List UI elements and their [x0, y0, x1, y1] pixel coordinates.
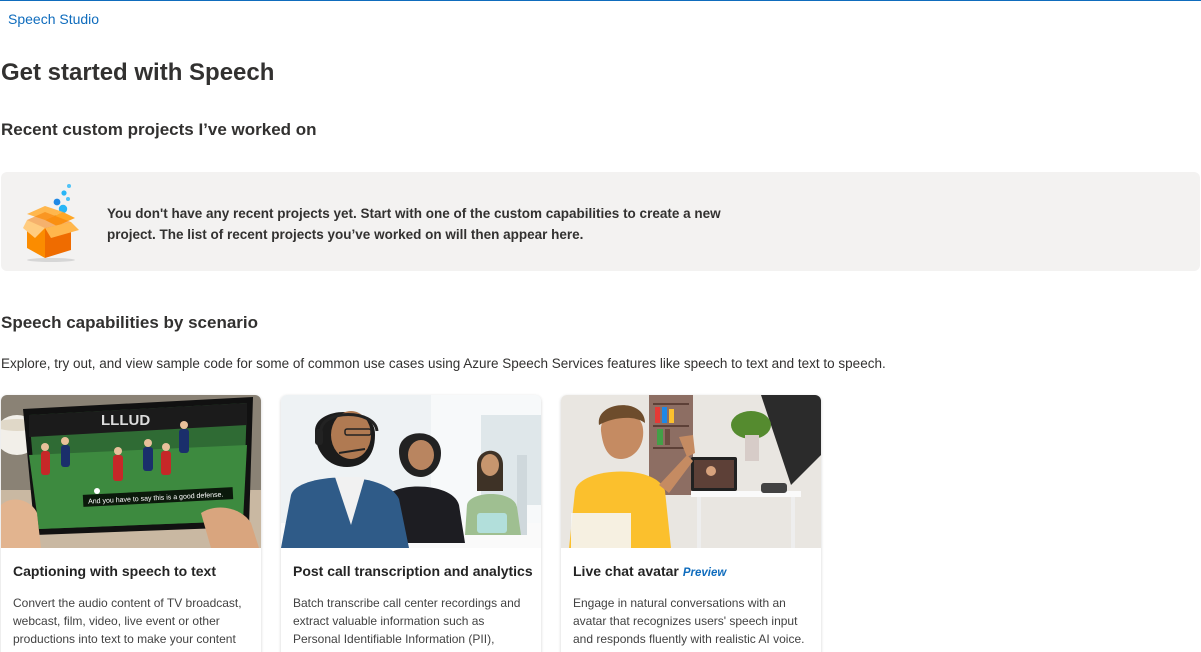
card-description: Convert the audio content of TV broadcas… [13, 596, 242, 646]
avatar-card-image [561, 395, 821, 548]
top-accent-line [0, 0, 1201, 1]
card-description: Engage in natural conversations with an … [573, 596, 805, 646]
card-title: Post call transcription and analytics [293, 563, 533, 579]
recent-projects-heading: Recent custom projects I’ve worked on [1, 120, 317, 139]
scoreboard-text: LLLUD [101, 412, 150, 429]
breadcrumb-speech-studio[interactable]: Speech Studio [8, 11, 99, 27]
card-description: Batch transcribe call center recordings … [293, 596, 521, 646]
card-captioning[interactable]: LLLUD And you have to say this is a good… [1, 395, 261, 652]
preview-badge: Preview [682, 567, 727, 579]
scenario-intro-text: Explore, try out, and view sample code f… [1, 356, 886, 371]
open-box-icon [23, 184, 79, 262]
card-title-text: Live chat avatar [573, 563, 679, 579]
card-title: Live chat avatar Preview [573, 563, 726, 579]
card-title-text: Captioning with speech to text [13, 563, 217, 579]
scenario-heading: Speech capabilities by scenario [1, 313, 259, 332]
card-title: Captioning with speech to text [13, 563, 216, 579]
empty-state-message: You don't have any recent projects yet. … [107, 206, 721, 242]
card-post-call-transcription[interactable]: Post call transcription and analytics Ba… [281, 395, 541, 652]
page-title: Get started with Speech [1, 59, 275, 86]
card-live-chat-avatar[interactable]: Live chat avatar Preview Engage in natura… [561, 395, 821, 652]
call-center-card-image [281, 395, 541, 548]
captioning-card-image: LLLUD And you have to say this is a good… [1, 395, 261, 548]
recent-projects-empty-state: You don't have any recent projects yet. … [1, 172, 1200, 271]
card-title-text: Post call transcription and analytics [293, 563, 533, 579]
